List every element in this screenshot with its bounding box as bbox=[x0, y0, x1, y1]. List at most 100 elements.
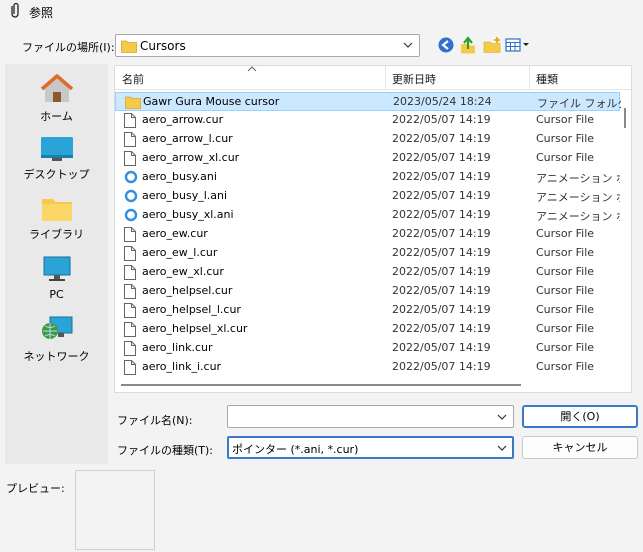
file-type: Cursor File bbox=[536, 246, 595, 259]
file-row[interactable]: aero_busy_xl.ani 2022/05/07 14:19 アニメーション … bbox=[115, 206, 620, 225]
lookin-value: Cursors bbox=[140, 39, 186, 53]
file-date: 2022/05/07 14:19 bbox=[392, 284, 491, 297]
file-row[interactable]: aero_arrow.cur 2022/05/07 14:19 Cursor Fil… bbox=[115, 111, 620, 130]
paperclip-icon bbox=[11, 2, 19, 18]
column-separator[interactable] bbox=[529, 66, 530, 90]
file-name: aero_ew_l.cur bbox=[142, 246, 218, 259]
lookin-combo[interactable]: Cursors bbox=[115, 34, 420, 57]
file-type: Cursor File bbox=[536, 284, 595, 297]
file-name: aero_ew.cur bbox=[142, 227, 208, 240]
file-row[interactable]: aero_arrow_xl.cur 2022/05/07 14:19 Cursor … bbox=[115, 149, 620, 168]
file-icon bbox=[124, 284, 136, 299]
folder-icon bbox=[121, 40, 137, 53]
busy-cursor-icon bbox=[124, 189, 138, 203]
home-icon bbox=[40, 74, 73, 102]
back-icon bbox=[438, 37, 454, 53]
place-pc[interactable]: PC bbox=[5, 256, 108, 301]
file-row[interactable]: aero_helpsel_l.cur 2022/05/07 14:19 Cursor… bbox=[115, 301, 620, 320]
busy-cursor-icon bbox=[124, 170, 138, 184]
place-home[interactable]: ホーム bbox=[5, 74, 108, 124]
chevron-down-icon[interactable] bbox=[497, 442, 507, 454]
back-button[interactable] bbox=[435, 34, 457, 56]
place-label: ネットワーク bbox=[23, 350, 90, 363]
file-icon bbox=[124, 265, 136, 280]
list-header: 名前 更新日時 種類 bbox=[115, 66, 631, 90]
file-row[interactable]: aero_busy_l.ani 2022/05/07 14:19 アニメーション ポ… bbox=[115, 187, 620, 206]
file-icon bbox=[124, 113, 136, 128]
preview-box bbox=[75, 470, 155, 550]
file-row[interactable]: aero_helpsel.cur 2022/05/07 14:19 Cursor F… bbox=[115, 282, 620, 301]
file-name: aero_arrow_xl.cur bbox=[142, 151, 240, 164]
cancel-button[interactable]: キャンセル bbox=[522, 436, 638, 459]
file-name: aero_busy.ani bbox=[142, 170, 217, 183]
horizontal-scrollbar[interactable] bbox=[115, 378, 631, 392]
file-type: Cursor File bbox=[536, 113, 595, 126]
file-row[interactable]: aero_ew_l.cur 2022/05/07 14:19 Cursor File bbox=[115, 244, 620, 263]
file-row[interactable]: aero_link.cur 2022/05/07 14:19 Cursor File bbox=[115, 339, 620, 358]
file-row[interactable]: aero_ew.cur 2022/05/07 14:19 Cursor File bbox=[115, 225, 620, 244]
preview-label: プレビュー: bbox=[6, 482, 65, 495]
scrollbar-thumb[interactable] bbox=[121, 384, 521, 386]
up-folder-button[interactable] bbox=[457, 34, 479, 56]
open-button[interactable]: 開く(O) bbox=[522, 405, 638, 428]
filename-label: ファイル名(N): bbox=[117, 414, 193, 427]
file-date: 2022/05/07 14:19 bbox=[392, 246, 491, 259]
new-folder-button[interactable] bbox=[481, 34, 503, 56]
places-bar: ホーム デスクトップ ライブラリ PC ネットワーク bbox=[5, 64, 108, 464]
column-separator[interactable] bbox=[385, 66, 386, 90]
file-name: aero_ew_xl.cur bbox=[142, 265, 224, 278]
network-icon bbox=[41, 316, 72, 339]
file-type: ファイル フォルダー bbox=[537, 97, 621, 110]
file-type: Cursor File bbox=[536, 341, 595, 354]
file-row[interactable]: aero_arrow_l.cur 2022/05/07 14:19 Cursor F… bbox=[115, 130, 620, 149]
file-icon bbox=[124, 360, 136, 375]
file-type: アニメーション ポインター bbox=[536, 172, 620, 185]
title-bar: 参照 bbox=[0, 0, 643, 24]
file-row[interactable]: Gawr Gura Mouse cursor 2023/05/24 18:24 ファ… bbox=[115, 92, 621, 111]
place-library[interactable]: ライブラリ bbox=[5, 196, 108, 242]
file-date: 2022/05/07 14:19 bbox=[392, 227, 491, 240]
file-type: Cursor File bbox=[536, 265, 595, 278]
file-type: Cursor File bbox=[536, 303, 595, 316]
column-date[interactable]: 更新日時 bbox=[392, 71, 436, 87]
file-icon bbox=[124, 151, 136, 166]
file-date: 2022/05/07 14:19 bbox=[392, 151, 491, 164]
vertical-scrollbar[interactable] bbox=[619, 90, 631, 378]
file-type: Cursor File bbox=[536, 360, 595, 373]
file-icon bbox=[124, 303, 136, 318]
file-name: aero_helpsel_l.cur bbox=[142, 303, 241, 316]
filetype-value: ポインター (*.ani, *.cur) bbox=[232, 443, 359, 456]
place-label: PC bbox=[49, 288, 64, 301]
place-desktop[interactable]: デスクトップ bbox=[5, 136, 108, 182]
new-folder-icon bbox=[483, 37, 501, 53]
file-name: Gawr Gura Mouse cursor bbox=[143, 95, 280, 108]
file-icon bbox=[124, 322, 136, 337]
folder-icon bbox=[125, 96, 141, 109]
file-row[interactable]: aero_busy.ani 2022/05/07 14:19 アニメーション ポイン… bbox=[115, 168, 620, 187]
filename-field[interactable] bbox=[227, 405, 514, 428]
file-name: aero_busy_l.ani bbox=[142, 189, 228, 202]
file-date: 2023/05/24 18:24 bbox=[393, 95, 492, 108]
column-name[interactable]: 名前 bbox=[122, 71, 144, 87]
file-type: Cursor File bbox=[536, 151, 595, 164]
file-list[interactable]: 名前 更新日時 種類 Gawr Gura Mouse cursor 2023/05… bbox=[114, 65, 632, 393]
file-row[interactable]: aero_ew_xl.cur 2022/05/07 14:19 Cursor Fil… bbox=[115, 263, 620, 282]
file-name: aero_helpsel_xl.cur bbox=[142, 322, 248, 335]
filetype-label: ファイルの種類(T): bbox=[117, 444, 214, 457]
file-name: aero_link_i.cur bbox=[142, 360, 222, 373]
file-name: aero_arrow.cur bbox=[142, 113, 224, 126]
file-name: aero_helpsel.cur bbox=[142, 284, 233, 297]
file-row[interactable]: aero_link_i.cur 2022/05/07 14:19 Cursor Fi… bbox=[115, 358, 620, 377]
filetype-select[interactable]: ポインター (*.ani, *.cur) bbox=[227, 436, 514, 459]
column-type[interactable]: 種類 bbox=[536, 71, 558, 87]
file-type: Cursor File bbox=[536, 227, 595, 240]
view-menu-button[interactable] bbox=[505, 34, 533, 56]
file-type: アニメーション ポインター bbox=[536, 210, 620, 223]
scrollbar-thumb[interactable] bbox=[624, 108, 626, 128]
file-icon bbox=[124, 246, 136, 261]
file-date: 2022/05/07 14:19 bbox=[392, 265, 491, 278]
chevron-down-icon[interactable] bbox=[497, 411, 507, 423]
place-network[interactable]: ネットワーク bbox=[5, 314, 108, 364]
file-row[interactable]: aero_helpsel_xl.cur 2022/05/07 14:19 Curso… bbox=[115, 320, 620, 339]
file-date: 2022/05/07 14:19 bbox=[392, 113, 491, 126]
